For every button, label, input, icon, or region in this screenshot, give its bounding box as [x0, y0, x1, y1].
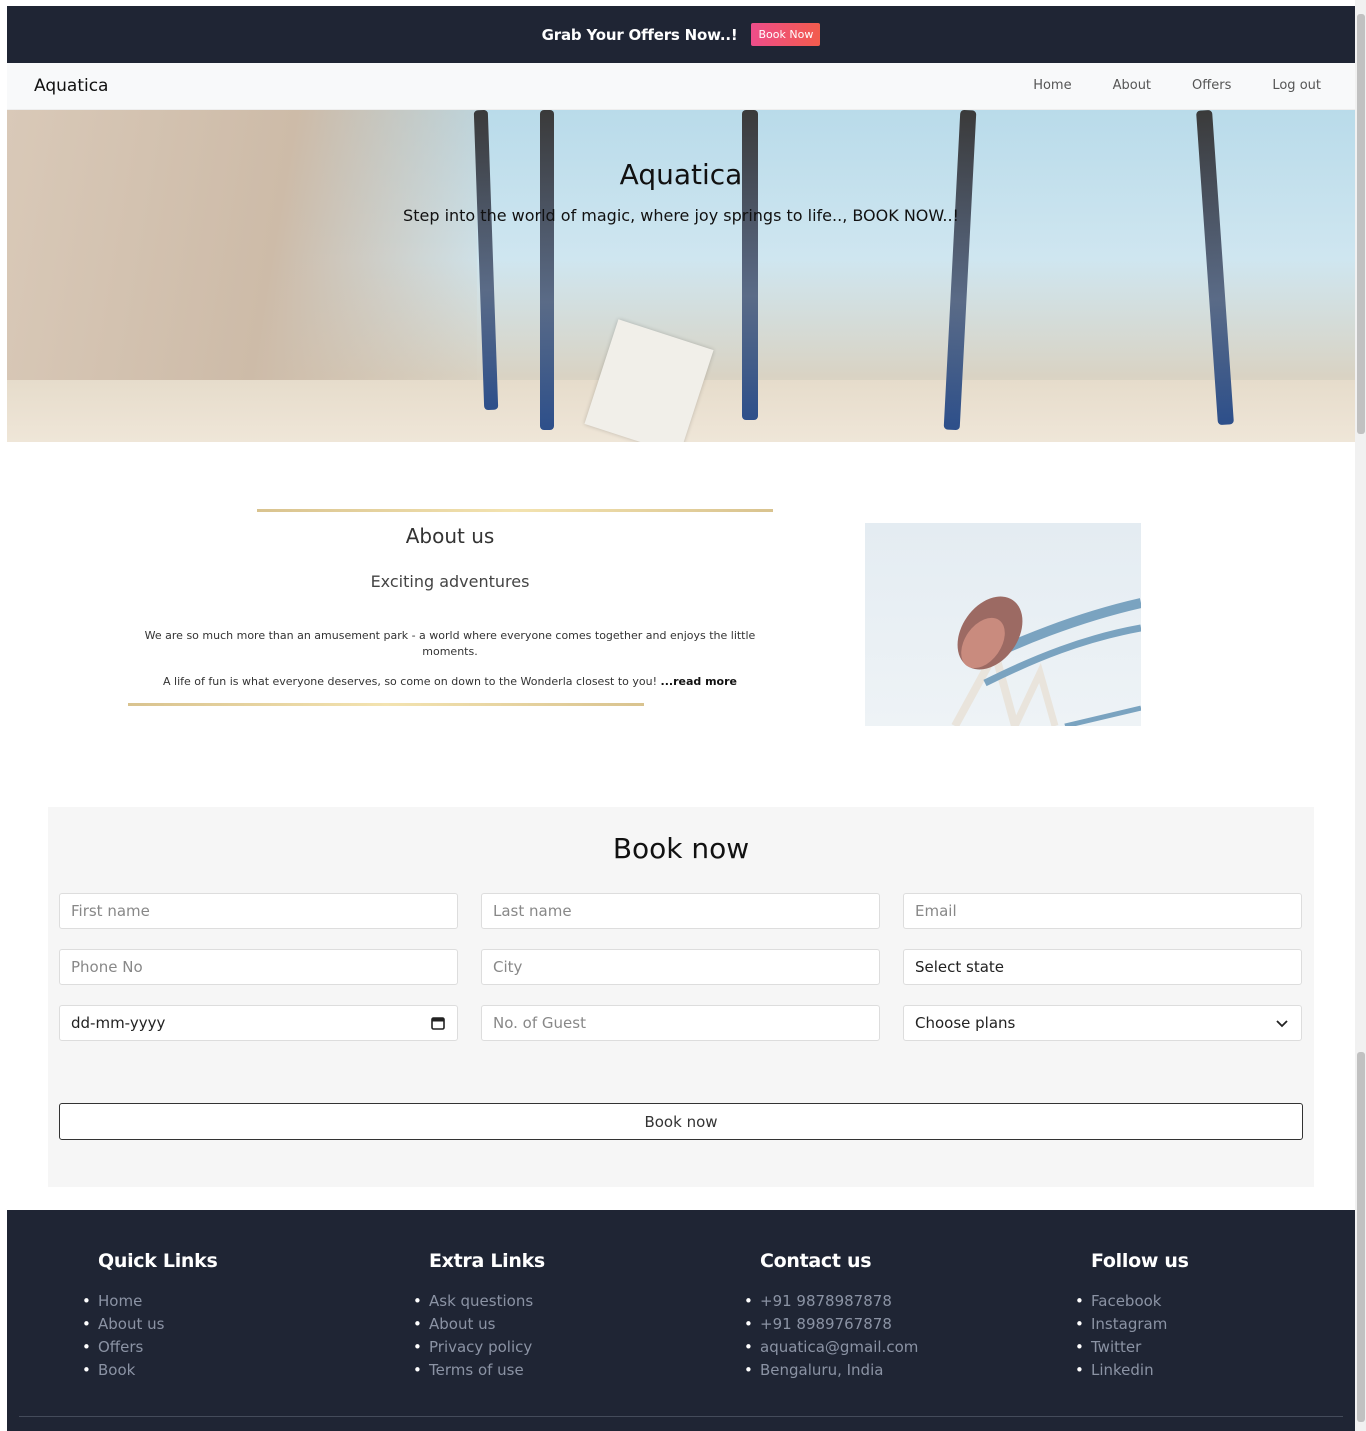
- footer-heading: Extra Links: [429, 1250, 545, 1272]
- nav-home[interactable]: Home: [1033, 78, 1071, 93]
- hero-subtitle: Step into the world of magic, where joy …: [403, 206, 959, 225]
- city-input[interactable]: City: [481, 949, 880, 985]
- footer-link-privacy[interactable]: Privacy policy: [413, 1336, 545, 1359]
- booking-section: Book now First name Last name Email Phon…: [48, 807, 1314, 1187]
- nav-links: Home About Offers Log out: [992, 78, 1321, 93]
- offer-book-now-button[interactable]: Book Now: [751, 23, 821, 46]
- footer-link-facebook[interactable]: Facebook: [1075, 1290, 1189, 1313]
- hero-palm-trunk: [742, 110, 758, 420]
- footer-link-linkedin[interactable]: Linkedin: [1075, 1359, 1189, 1382]
- state-input[interactable]: Select state: [903, 949, 1302, 985]
- nav-offers[interactable]: Offers: [1192, 78, 1231, 93]
- about-divider-top: [257, 509, 773, 512]
- booking-title: Book now: [612, 832, 750, 865]
- chevron-down-icon: [1275, 1016, 1289, 1034]
- navbar: Aquatica Home About Offers Log out: [7, 63, 1355, 110]
- book-now-button[interactable]: Book now: [59, 1103, 1303, 1140]
- nav-logout[interactable]: Log out: [1272, 78, 1321, 93]
- calendar-icon[interactable]: [431, 1016, 445, 1034]
- offer-bar: Grab Your Offers Now..! Book Now: [7, 6, 1355, 63]
- footer-link-instagram[interactable]: Instagram: [1075, 1313, 1189, 1336]
- about-paragraph-text: A life of fun is what everyone deserves,…: [163, 675, 661, 688]
- roller-coaster-illustration: [951, 596, 1141, 726]
- plans-select-value: Choose plans: [915, 1014, 1016, 1032]
- footer-quick-links: Quick Links Home About us Offers Book: [82, 1250, 218, 1382]
- footer-extra-links: Extra Links Ask questions About us Priva…: [413, 1250, 545, 1382]
- footer-link-about[interactable]: About us: [82, 1313, 218, 1336]
- first-name-input[interactable]: First name: [59, 893, 458, 929]
- about-paragraph: We are so much more than an amusement pa…: [144, 629, 756, 658]
- page: Grab Your Offers Now..! Book Now Aquatic…: [7, 6, 1355, 1431]
- date-input-value: dd-mm-yyyy: [71, 1014, 166, 1032]
- footer-phone-1[interactable]: +91 9878987878: [744, 1290, 918, 1313]
- phone-input[interactable]: Phone No: [59, 949, 458, 985]
- footer-phone-2[interactable]: +91 8989767878: [744, 1313, 918, 1336]
- footer-email[interactable]: aquatica@gmail.com: [744, 1336, 918, 1359]
- hero-title: Aquatica: [619, 158, 743, 191]
- footer-link-offers[interactable]: Offers: [82, 1336, 218, 1359]
- footer-heading: Contact us: [760, 1250, 872, 1272]
- footer-link-twitter[interactable]: Twitter: [1075, 1336, 1189, 1359]
- brand-logo[interactable]: Aquatica: [34, 76, 108, 96]
- read-more-link[interactable]: ...read more: [661, 675, 737, 688]
- footer-follow: Follow us Facebook Instagram Twitter Lin…: [1075, 1250, 1189, 1382]
- footer-link-terms[interactable]: Terms of use: [413, 1359, 545, 1382]
- about-subtitle: Exciting adventures: [370, 572, 530, 591]
- hero-banner: Aquatica Step into the world of magic, w…: [7, 110, 1355, 442]
- footer-link-about-us[interactable]: About us: [413, 1313, 545, 1336]
- footer-heading: Quick Links: [98, 1250, 218, 1272]
- plans-select[interactable]: Choose plans: [903, 1005, 1302, 1041]
- offer-text: Grab Your Offers Now..!: [541, 25, 738, 44]
- nav-about[interactable]: About: [1113, 78, 1151, 93]
- footer-divider: [19, 1416, 1343, 1417]
- scrollbar-thumb[interactable]: [1357, 14, 1365, 434]
- footer-location[interactable]: Bengaluru, India: [744, 1359, 918, 1382]
- footer-link-home[interactable]: Home: [82, 1290, 218, 1313]
- last-name-input[interactable]: Last name: [481, 893, 880, 929]
- footer-contact: Contact us +91 9878987878 +91 8989767878…: [744, 1250, 918, 1382]
- email-input[interactable]: Email: [903, 893, 1302, 929]
- hero-palm-trunk: [473, 110, 499, 411]
- footer-link-book[interactable]: Book: [82, 1359, 218, 1382]
- footer: Quick Links Home About us Offers Book Ex…: [7, 1210, 1355, 1431]
- footer-link-ask-questions[interactable]: Ask questions: [413, 1290, 545, 1313]
- scrollbar-thumb[interactable]: [1357, 1052, 1365, 1422]
- about-divider-bottom: [128, 703, 644, 706]
- date-input[interactable]: dd-mm-yyyy: [59, 1005, 458, 1041]
- about-paragraph: A life of fun is what everyone deserves,…: [137, 675, 763, 688]
- guests-input[interactable]: No. of Guest: [481, 1005, 880, 1041]
- about-title: About us: [405, 524, 495, 548]
- roller-coaster-image: [865, 523, 1141, 726]
- footer-heading: Follow us: [1091, 1250, 1189, 1272]
